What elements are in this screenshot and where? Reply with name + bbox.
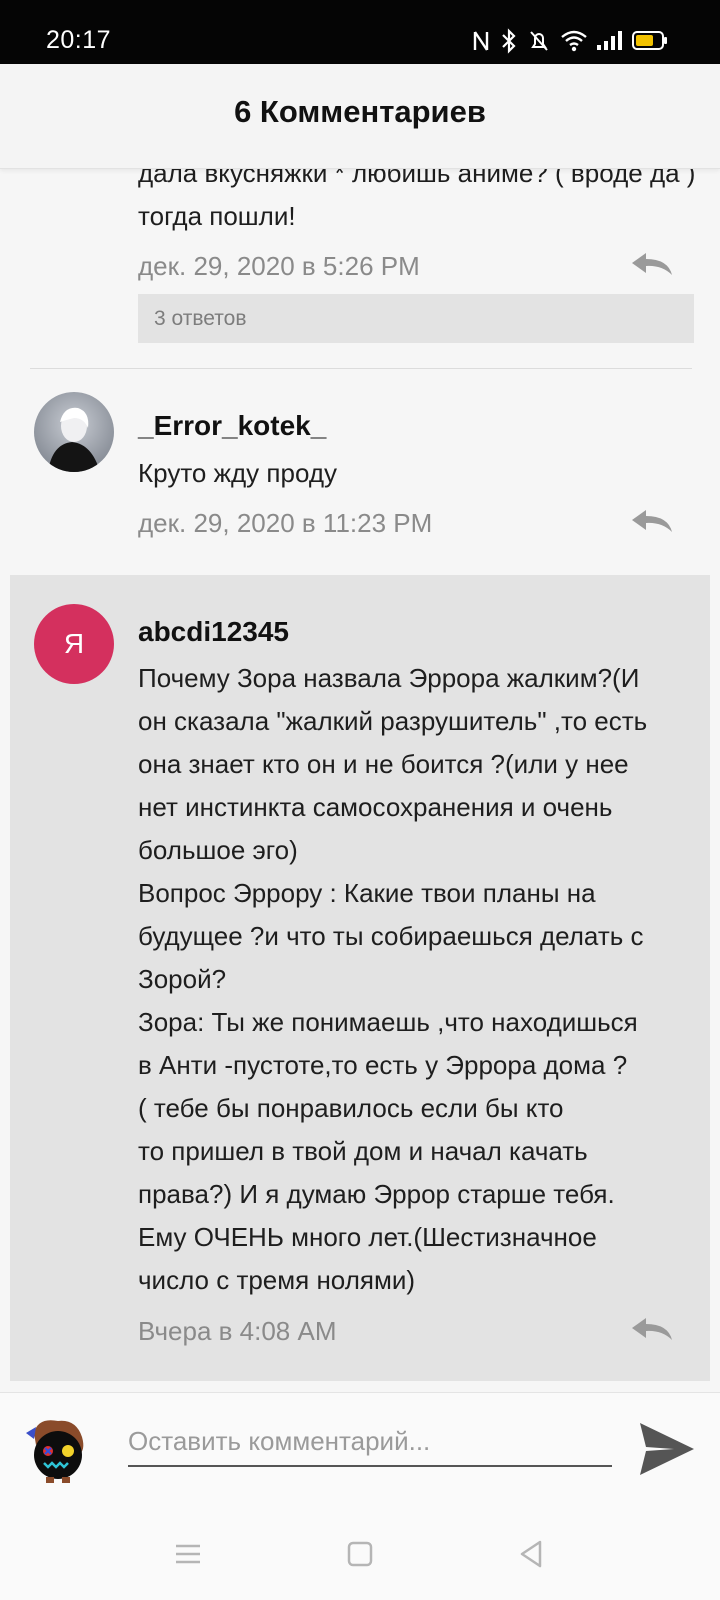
battery-icon xyxy=(632,31,667,50)
page-title: 6 Комментариев xyxy=(234,94,486,129)
header: 6 Комментариев xyxy=(0,64,720,169)
comment-text-line: будущее ?и что ты собираешься делать с xyxy=(138,921,644,951)
comment-text-line: нет инстинкта самосохранения и очень xyxy=(138,792,613,822)
comment-date: дек. 29, 2020 в 5:26 PM xyxy=(138,251,420,281)
send-icon[interactable] xyxy=(638,1421,696,1477)
comment-author[interactable]: _Error_kotek_ xyxy=(138,410,326,442)
wifi-icon xyxy=(561,30,587,52)
comment-text-line: Ему ОЧЕНЬ много лет.(Шестизначное xyxy=(138,1222,597,1252)
comment-text-line: он сказала "жалкий разрушитель" ,то есть xyxy=(138,706,648,736)
avatar-letter: Я xyxy=(63,628,85,659)
comment-text-line: она знает кто он и не боится ?(или у нее xyxy=(138,749,629,779)
comment-text: Почему Зора назвала Эррора жалким?(И он … xyxy=(138,657,708,1302)
home-icon[interactable] xyxy=(340,1534,380,1574)
comment-text: Круто жду проду xyxy=(138,458,337,488)
mute-icon xyxy=(530,31,548,51)
avatar[interactable]: Я xyxy=(34,604,114,684)
comment-author[interactable]: abcdi12345 xyxy=(138,616,289,648)
comment-input[interactable] xyxy=(128,1417,612,1467)
menu-icon[interactable] xyxy=(168,1534,208,1574)
comment-text-line: ( тебе бы понравилось если бы кто xyxy=(138,1093,564,1123)
comment-text-line: права?) И я думаю Эррор старше тебя. xyxy=(138,1179,615,1209)
system-navbar xyxy=(0,1506,720,1600)
comment-text-line: то пришел в твой дом и начал качать xyxy=(138,1136,588,1166)
reply-icon[interactable] xyxy=(630,508,674,534)
comment-text-line: большое эго) xyxy=(138,835,298,865)
comment-text-line: Зора: Ты же понимаешь ,что находишься xyxy=(138,1007,638,1037)
signal-icon xyxy=(597,31,622,50)
comment-text-line: в Анти -пустоте,то есть у Эррора дома ? xyxy=(138,1050,628,1080)
status-time: 20:17 xyxy=(46,26,112,54)
reply-icon[interactable] xyxy=(630,1316,674,1342)
my-avatar[interactable] xyxy=(24,1415,88,1485)
divider xyxy=(30,368,692,369)
replies-button[interactable]: 3 ответов xyxy=(138,294,694,343)
comment-date: дек. 29, 2020 в 11:23 PM xyxy=(138,508,433,538)
back-icon[interactable] xyxy=(512,1534,552,1574)
status-bar: 20:17 xyxy=(0,0,720,64)
bluetooth-icon xyxy=(502,28,516,54)
avatar[interactable] xyxy=(34,392,114,472)
comment-text-line: Вопрос Эррору : Какие твои планы на xyxy=(138,878,596,908)
nfc-icon xyxy=(473,31,489,51)
comment-date: Вчера в 4:08 AM xyxy=(138,1316,337,1346)
comment-text-line: число с тремя нолями) xyxy=(138,1265,415,1295)
comment-composer xyxy=(0,1392,720,1507)
reply-icon[interactable] xyxy=(630,251,674,277)
comment-text-line: Зорой? xyxy=(138,964,227,994)
comment-text-line: Почему Зора назвала Эррора жалким?(И xyxy=(138,663,640,693)
